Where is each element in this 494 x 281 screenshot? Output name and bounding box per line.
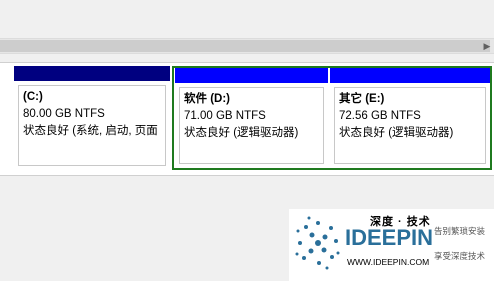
- partition-c[interactable]: (C:) 80.00 GB NTFS 状态良好 (系统, 启动, 页面: [14, 66, 170, 170]
- partition-c-header: [14, 66, 170, 81]
- watermark-slogan-2: 享受深度技术: [434, 251, 486, 261]
- watermark-wordmark: IDEEPIN: [345, 225, 434, 250]
- extended-partition-selection: [172, 66, 492, 170]
- horizontal-scrollbar[interactable]: ▶: [0, 38, 494, 54]
- disk-label-edge: [0, 66, 12, 170]
- upper-pane: [0, 0, 494, 38]
- partition-c-name: (C:): [23, 91, 43, 103]
- watermark-slogan-1: 告别繁琐安装: [434, 226, 486, 236]
- scrollbar-thumb[interactable]: [0, 40, 490, 52]
- partition-c-size: 80.00 GB NTFS: [23, 108, 105, 120]
- ideepin-swirl-logo-icon: [295, 216, 340, 270]
- watermark-url: WWW.IDEEPIN.COM: [347, 257, 430, 267]
- scroll-right-arrow-icon[interactable]: ▶: [480, 39, 494, 53]
- watermark-logo: 深度 · 技术 IDEEPIN WWW.IDEEPIN.COM 告别繁琐安装 享…: [289, 209, 494, 281]
- partition-c-body[interactable]: (C:) 80.00 GB NTFS 状态良好 (系统, 启动, 页面: [18, 85, 166, 166]
- partition-c-status: 状态良好 (系统, 启动, 页面: [23, 125, 158, 137]
